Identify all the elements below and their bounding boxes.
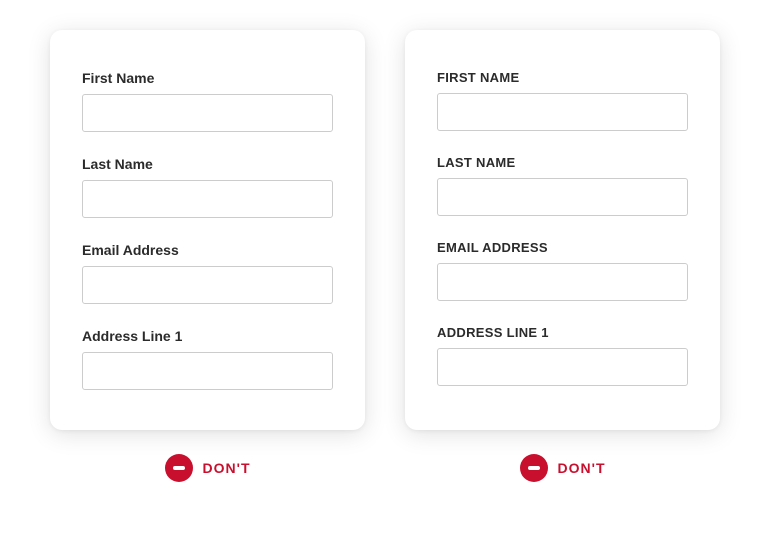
minus-circle-icon [520, 454, 548, 482]
form-field: Email Address [82, 242, 333, 304]
form-field: LAST NAME [437, 155, 688, 216]
form-card-left: First Name Last Name Email Address Addre… [50, 30, 365, 430]
form-card-right: FIRST NAME LAST NAME EMAIL ADDRESS ADDRE… [405, 30, 720, 430]
first-name-input[interactable] [82, 94, 333, 132]
form-field: Address Line 1 [82, 328, 333, 390]
last-name-input[interactable] [82, 180, 333, 218]
last-name-label: Last Name [82, 156, 333, 172]
footer-row: DON'T DON'T [50, 454, 720, 482]
first-name-input[interactable] [437, 93, 688, 131]
cards-row: First Name Last Name Email Address Addre… [50, 30, 720, 430]
last-name-label: LAST NAME [437, 155, 688, 170]
dont-label: DON'T [558, 460, 606, 476]
address-line-1-input[interactable] [82, 352, 333, 390]
address-line-1-label: ADDRESS LINE 1 [437, 325, 688, 340]
form-field: Last Name [82, 156, 333, 218]
email-address-label: Email Address [82, 242, 333, 258]
form-field: EMAIL ADDRESS [437, 240, 688, 301]
dont-badge-left: DON'T [50, 454, 365, 482]
email-address-input[interactable] [437, 263, 688, 301]
form-field: ADDRESS LINE 1 [437, 325, 688, 386]
dont-label: DON'T [203, 460, 251, 476]
email-address-label: EMAIL ADDRESS [437, 240, 688, 255]
minus-circle-icon [165, 454, 193, 482]
dont-badge-right: DON'T [405, 454, 720, 482]
address-line-1-label: Address Line 1 [82, 328, 333, 344]
first-name-label: First Name [82, 70, 333, 86]
last-name-input[interactable] [437, 178, 688, 216]
address-line-1-input[interactable] [437, 348, 688, 386]
form-field: FIRST NAME [437, 70, 688, 131]
form-field: First Name [82, 70, 333, 132]
first-name-label: FIRST NAME [437, 70, 688, 85]
email-address-input[interactable] [82, 266, 333, 304]
